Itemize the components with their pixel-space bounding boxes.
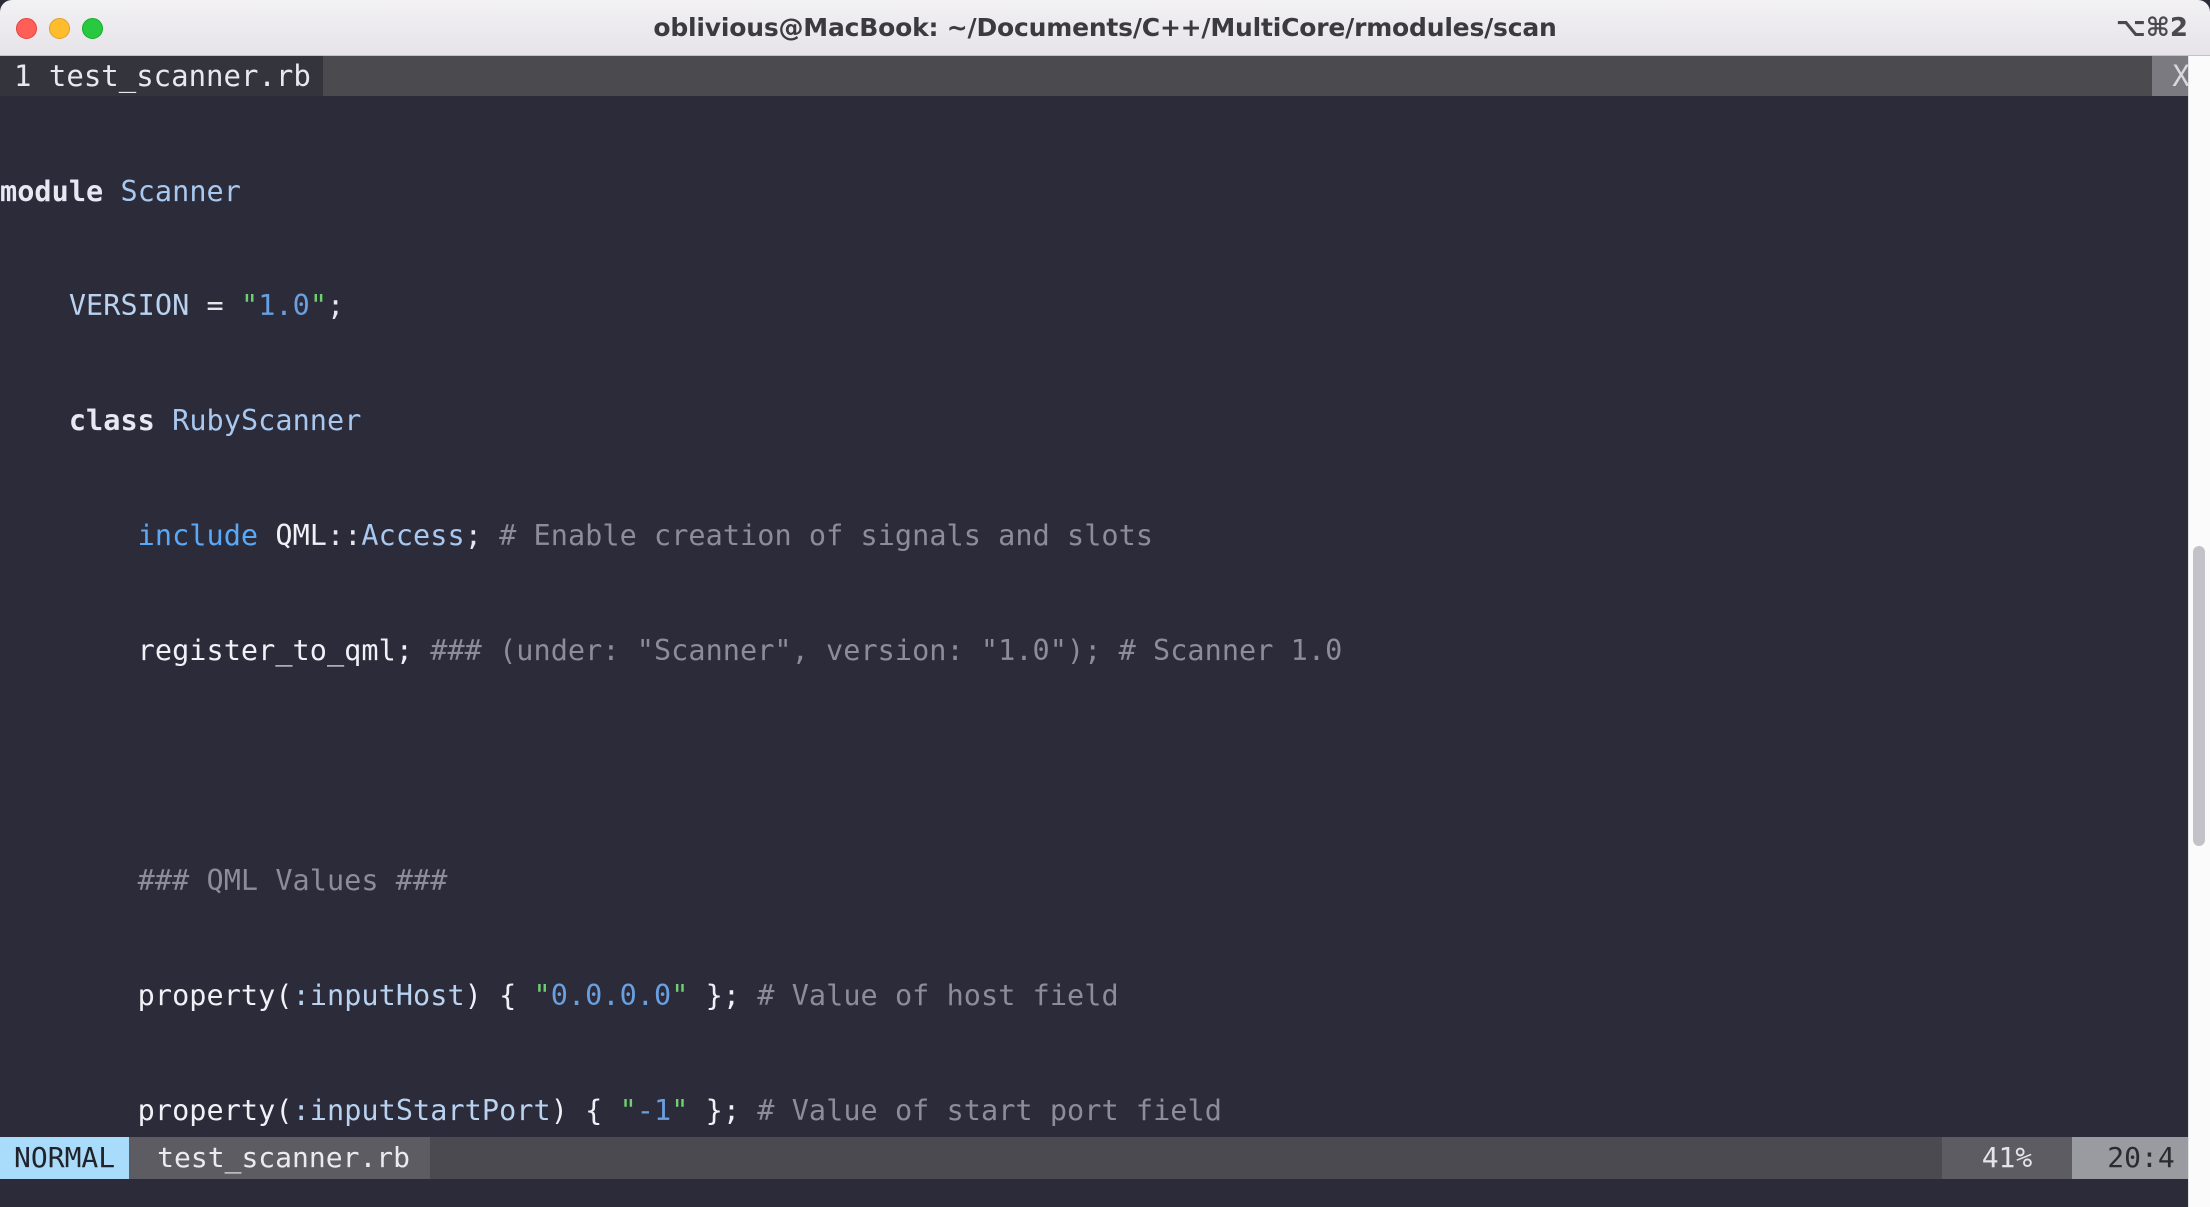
status-filler <box>430 1137 1942 1179</box>
scrollbar-thumb[interactable] <box>2193 546 2205 846</box>
code-line: register_to_qml; ### (under: "Scanner", … <box>137 634 1343 668</box>
code-line: include QML::Access; # Enable creation o… <box>137 519 1154 553</box>
code-line: property(:inputStartPort) { "-1" }; # Va… <box>137 1093 1222 1127</box>
status-filename: test_scanner.rb <box>129 1137 431 1179</box>
vertical-scrollbar[interactable] <box>2188 56 2210 1207</box>
terminal-content: 1 test_scanner.rb X module Scanner VERSI… <box>0 56 2210 1207</box>
vim-tabline: 1 test_scanner.rb X <box>0 56 2210 96</box>
window-titlebar: oblivious@MacBook: ~/Documents/C++/Multi… <box>0 0 2210 56</box>
code-line: ### QML Values ### <box>137 863 448 897</box>
code-line: VERSION = "1.0"; <box>68 289 345 323</box>
code-buffer[interactable]: module Scanner VERSION = "1.0"; class Ru… <box>0 96 2210 1207</box>
status-mode-badge: NORMAL <box>0 1137 130 1179</box>
code-line: class RubyScanner <box>68 404 362 438</box>
tab-test-scanner-rb[interactable]: 1 test_scanner.rb <box>0 56 323 96</box>
code-line: module Scanner <box>0 174 241 208</box>
code-line: property(:inputHost) { "0.0.0.0" }; # Va… <box>137 978 1119 1012</box>
vim-statusline: NORMAL test_scanner.rb 41% 20:4 <box>0 1137 2210 1179</box>
window-title: oblivious@MacBook: ~/Documents/C++/Multi… <box>653 13 1557 42</box>
window-shortcut-label: ⌥⌘2 <box>2115 12 2188 43</box>
tabline-filler <box>322 56 2152 96</box>
status-percent: 41% <box>1942 1137 2072 1179</box>
terminal-window: oblivious@MacBook: ~/Documents/C++/Multi… <box>0 0 2210 1207</box>
